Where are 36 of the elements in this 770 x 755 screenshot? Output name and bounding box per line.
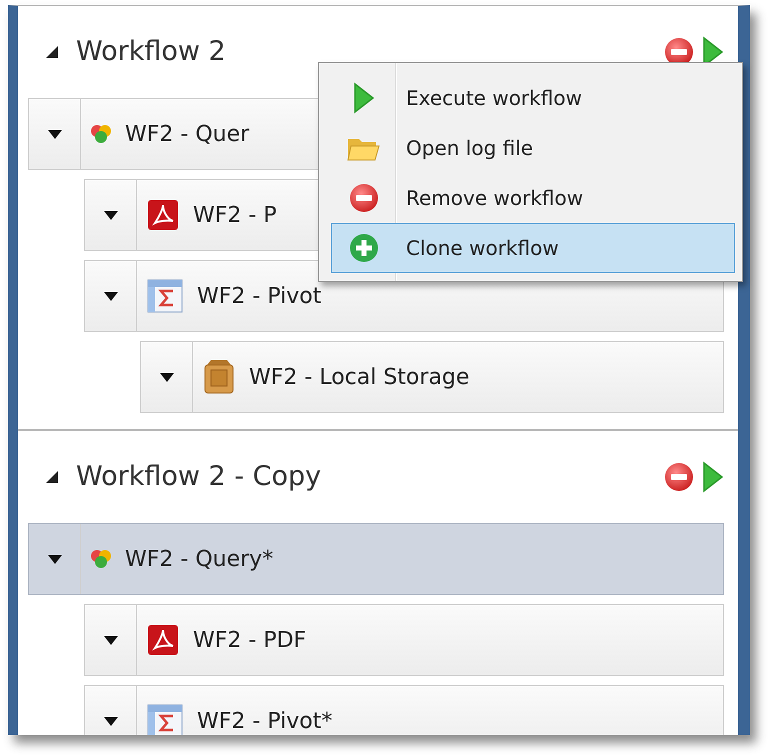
menu-item[interactable]: Open log file [331,123,735,173]
menu-item[interactable]: Execute workflow [331,73,735,123]
expanded-triangle-icon[interactable] [45,45,59,59]
caret-icon[interactable] [102,634,118,646]
node-label: WF2 - P [193,202,277,230]
play-icon[interactable] [702,461,724,493]
pivot-table-icon [147,279,183,313]
remove-icon[interactable] [664,462,694,492]
remove-icon [349,183,379,213]
menu-item[interactable]: Clone workflow [331,223,735,273]
pdf-icon [147,624,179,656]
pdf-icon [147,199,179,231]
menu-item[interactable]: Remove workflow [331,173,735,223]
node-label: WF2 - Pivot* [197,708,332,735]
caret-icon[interactable] [102,209,118,221]
node-label: WF2 - Quer [125,120,250,148]
node-label: WF2 - Query* [125,546,274,574]
caret-icon[interactable] [46,553,62,565]
expanded-triangle-icon[interactable] [45,470,59,484]
workflow-title: Workflow 2 [76,34,226,69]
node-row[interactable]: WF2 - Pivot* [84,685,724,735]
workflow-title: Workflow 2 - Copy [76,460,322,494]
node-label: WF2 - Local Storage [249,364,470,392]
node-label: WF2 - PDF [193,626,306,654]
node-row[interactable]: WF2 - Local Storage [140,341,724,413]
node-label: WF2 - Pivot [197,282,322,310]
caret-icon[interactable] [46,128,62,140]
storage-box-icon [203,359,235,395]
node-row[interactable]: WF2 - Query* [28,523,724,595]
node-row[interactable]: WF2 - PDF [84,604,724,676]
caret-icon[interactable] [102,715,118,727]
add-icon [349,233,379,263]
play-icon [353,82,375,114]
caret-icon[interactable] [158,371,174,383]
caret-icon[interactable] [102,290,118,302]
pivot-table-icon [147,704,183,735]
